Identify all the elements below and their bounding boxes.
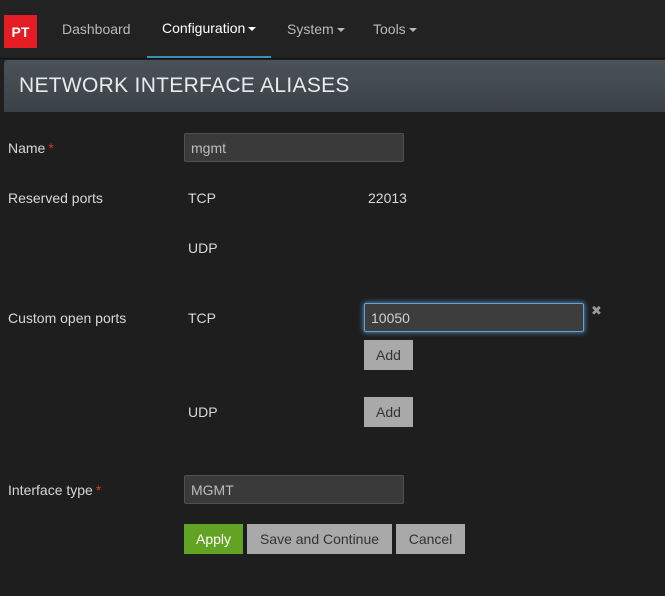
panel-header: NETWORK INTERFACE ALIASES: [4, 60, 665, 112]
interface-type-label-text: Interface type: [8, 482, 93, 498]
add-tcp-port-label: Add: [376, 347, 401, 363]
apply-button[interactable]: Apply: [184, 524, 243, 554]
apply-button-label: Apply: [195, 531, 232, 547]
top-navbar: PT Dashboard Configuration System Tools: [0, 0, 665, 59]
reserved-udp-label: UDP: [188, 240, 218, 256]
custom-tcp-port-input[interactable]: [364, 303, 584, 332]
custom-udp-label: UDP: [188, 404, 218, 420]
add-udp-port-label: Add: [376, 404, 401, 420]
logo-text: PT: [11, 23, 30, 40]
name-label: Name *: [8, 140, 54, 156]
add-udp-port-button[interactable]: Add: [364, 397, 413, 427]
nav-configuration-label: Configuration: [162, 20, 246, 36]
pt-logo[interactable]: PT: [4, 15, 37, 48]
save-and-continue-label: Save and Continue: [259, 531, 380, 547]
cancel-button[interactable]: Cancel: [396, 524, 465, 554]
interface-type-input[interactable]: [184, 475, 404, 504]
nav-system[interactable]: System: [287, 0, 345, 58]
chevron-down-icon: [336, 27, 345, 32]
reserved-ports-label: Reserved ports: [8, 190, 103, 206]
custom-open-ports-label: Custom open ports: [8, 310, 127, 326]
chevron-down-icon: [248, 26, 257, 31]
nav-tools-label: Tools: [373, 21, 406, 37]
nav-system-label: System: [287, 21, 334, 37]
nav-configuration[interactable]: Configuration: [147, 0, 272, 58]
required-mark: *: [95, 482, 102, 498]
nav-dashboard[interactable]: Dashboard: [62, 0, 131, 58]
nav-dashboard-label: Dashboard: [62, 21, 131, 37]
required-mark: *: [48, 140, 54, 156]
nav-tools[interactable]: Tools: [373, 0, 417, 58]
custom-tcp-label: TCP: [188, 310, 216, 326]
cancel-button-label: Cancel: [408, 531, 453, 547]
save-and-continue-button[interactable]: Save and Continue: [247, 524, 392, 554]
interface-type-label: Interface type *: [8, 482, 101, 498]
name-input[interactable]: [184, 133, 404, 162]
reserved-tcp-value: 22013: [368, 190, 407, 206]
page-title: NETWORK INTERFACE ALIASES: [19, 74, 350, 97]
add-tcp-port-button[interactable]: Add: [364, 340, 413, 370]
chevron-down-icon: [408, 27, 417, 32]
remove-port-icon[interactable]: ✖: [591, 303, 602, 319]
name-label-text: Name: [8, 140, 46, 156]
reserved-tcp-label: TCP: [188, 190, 216, 206]
